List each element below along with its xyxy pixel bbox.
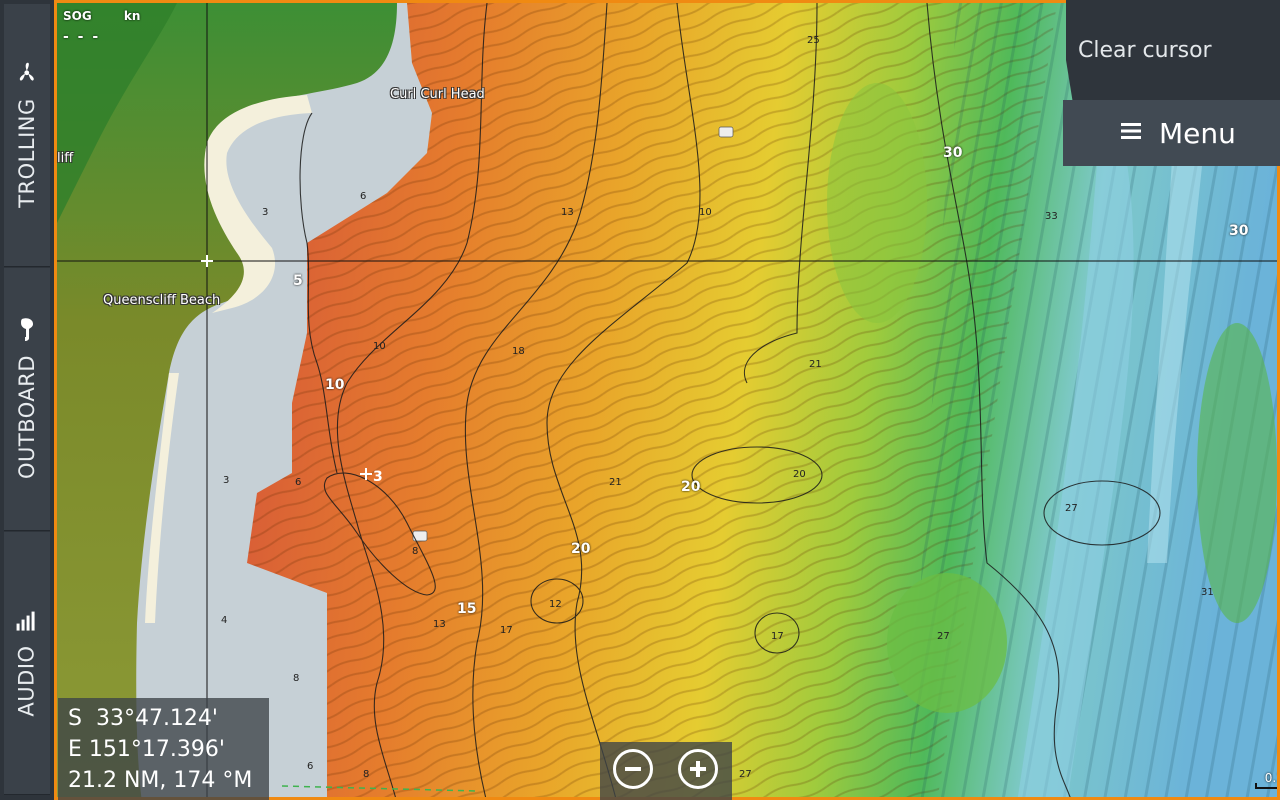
sog-label: SOG xyxy=(63,9,92,23)
depth-sounding: 27 xyxy=(739,769,752,780)
depth-sounding: 27 xyxy=(1065,503,1078,514)
depth-sounding: 21 xyxy=(809,359,822,370)
minus-icon xyxy=(625,767,641,771)
zoom-controls xyxy=(600,742,732,800)
sidebar-item-label: TROLLING xyxy=(15,98,39,208)
scale-bar-line xyxy=(1255,783,1277,789)
outboard-motor-icon xyxy=(21,318,33,341)
menu-label: Menu xyxy=(1159,116,1236,150)
depth-sounding: 8 xyxy=(293,673,300,684)
sidebar-item-label: OUTBOARD xyxy=(15,354,39,480)
scale-bar: 0.1NM xyxy=(1255,771,1277,791)
contour-label: 5 xyxy=(293,273,303,289)
zoom-out-button[interactable] xyxy=(613,749,653,789)
depth-sounding: 8 xyxy=(363,769,370,780)
cursor-latitude: S 33°47.124' xyxy=(68,706,218,731)
clear-cursor-button[interactable]: Clear cursor xyxy=(1066,0,1280,100)
depth-sounding: 17 xyxy=(771,631,784,642)
contour-label: 15 xyxy=(457,601,477,617)
depth-sounding: 12 xyxy=(549,599,562,610)
left-sidebar: TROLLING OUTBOARD AUDIO xyxy=(0,0,56,800)
depth-sounding: 33 xyxy=(1045,211,1058,222)
place-name-queenscliff-beach: Queenscliff Beach xyxy=(103,293,221,308)
audio-bars-icon xyxy=(17,611,36,631)
depth-sounding: 25 xyxy=(807,35,820,46)
cursor-range-bearing: 21.2 NM, 174 °M xyxy=(68,768,253,793)
menu-button[interactable]: Menu xyxy=(1063,100,1280,166)
zoom-in-button[interactable] xyxy=(678,749,718,789)
contour-label: 30 xyxy=(943,145,963,161)
sog-unit: kn xyxy=(123,9,141,23)
cursor-longitude: E 151°17.396' xyxy=(68,737,225,762)
sog-readout: SOG kn - - - xyxy=(63,9,140,45)
place-name-curl-curl-head: Curl Curl Head xyxy=(390,87,485,102)
depth-sounding: 13 xyxy=(433,619,446,630)
chart-plotter-app: TROLLING OUTBOARD AUDIO Curl Curl Head Q… xyxy=(0,0,1280,800)
sog-value: - - - xyxy=(63,29,101,45)
contour-label: 20 xyxy=(681,479,701,495)
depth-sounding: 13 xyxy=(561,207,574,218)
depth-sounding: 4 xyxy=(221,615,228,626)
depth-sounding: 31 xyxy=(1201,587,1214,598)
sidebar-item-outboard[interactable]: OUTBOARD xyxy=(4,268,50,531)
propeller-icon xyxy=(20,63,34,82)
depth-sounding: 3 xyxy=(373,469,383,485)
hamburger-icon xyxy=(1121,123,1141,139)
sidebar-item-label: AUDIO xyxy=(15,645,40,717)
contour-label: 30 xyxy=(1229,223,1249,239)
depth-sounding: 18 xyxy=(512,346,525,357)
depth-sounding: 6 xyxy=(360,191,367,202)
cursor-position-panel: S 33°47.124' E 151°17.396' 21.2 NM, 174 … xyxy=(58,698,269,800)
depth-sounding: 10 xyxy=(373,341,386,352)
sidebar-item-audio[interactable]: AUDIO xyxy=(4,532,50,795)
depth-sounding: 6 xyxy=(307,761,314,772)
depth-sounding: 21 xyxy=(609,477,622,488)
place-name-partial: liff xyxy=(57,151,74,166)
contour-label: 10 xyxy=(325,377,345,393)
depth-sounding: 3 xyxy=(262,207,269,218)
depth-sounding: 27 xyxy=(937,631,950,642)
sidebar-item-trolling[interactable]: TROLLING xyxy=(4,4,50,267)
depth-sounding: 17 xyxy=(500,625,513,636)
depth-sounding: 3 xyxy=(223,475,230,486)
clear-cursor-label: Clear cursor xyxy=(1078,37,1212,63)
contour-label: 20 xyxy=(571,541,591,557)
plus-icon xyxy=(690,761,706,777)
depth-sounding: 8 xyxy=(412,546,419,557)
depth-sounding: 20 xyxy=(793,469,806,480)
depth-sounding: 10 xyxy=(699,207,712,218)
depth-sounding: 6 xyxy=(295,477,302,488)
